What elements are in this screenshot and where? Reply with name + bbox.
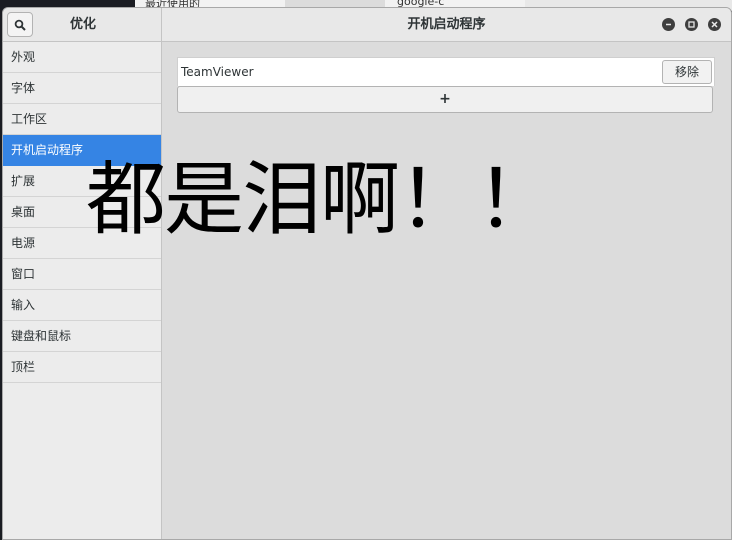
startup-app-row: TeamViewer 移除: [177, 57, 715, 86]
add-startup-app-button[interactable]: +: [177, 86, 713, 113]
remove-button[interactable]: 移除: [662, 60, 712, 84]
overlay-caption: 都是泪啊！！: [86, 153, 556, 246]
startup-app-name: TeamViewer: [181, 65, 254, 79]
minimize-button[interactable]: [662, 18, 675, 31]
tweaks-window: 优化 开机启动程序 外观 字体 工作区 开机启动程序 扩展 桌面 电源 窗口 输…: [2, 7, 732, 540]
titlebar: 优化 开机启动程序: [3, 8, 731, 42]
sidebar-item-top-bar[interactable]: 顶栏: [3, 352, 161, 383]
sidebar-item-input[interactable]: 输入: [3, 290, 161, 321]
maximize-button[interactable]: [685, 18, 698, 31]
app-title: 优化: [69, 17, 96, 32]
close-icon: [711, 21, 718, 28]
minimize-icon: [666, 23, 671, 26]
sidebar: 外观 字体 工作区 开机启动程序 扩展 桌面 电源 窗口 输入 键盘和鼠标 顶栏: [3, 42, 162, 539]
sidebar-item-workspaces[interactable]: 工作区: [3, 104, 161, 135]
main-content: TeamViewer 移除 +: [162, 42, 731, 539]
titlebar-left: 优化: [3, 8, 162, 41]
close-button[interactable]: [708, 18, 721, 31]
sidebar-item-windows[interactable]: 窗口: [3, 259, 161, 290]
page-title: 开机启动程序: [407, 17, 486, 32]
maximize-icon: [688, 21, 695, 28]
search-button[interactable]: [7, 12, 33, 37]
sidebar-item-appearance[interactable]: 外观: [3, 42, 161, 73]
sidebar-item-keyboard-mouse[interactable]: 键盘和鼠标: [3, 321, 161, 352]
search-icon: [14, 19, 26, 31]
sidebar-item-fonts[interactable]: 字体: [3, 73, 161, 104]
